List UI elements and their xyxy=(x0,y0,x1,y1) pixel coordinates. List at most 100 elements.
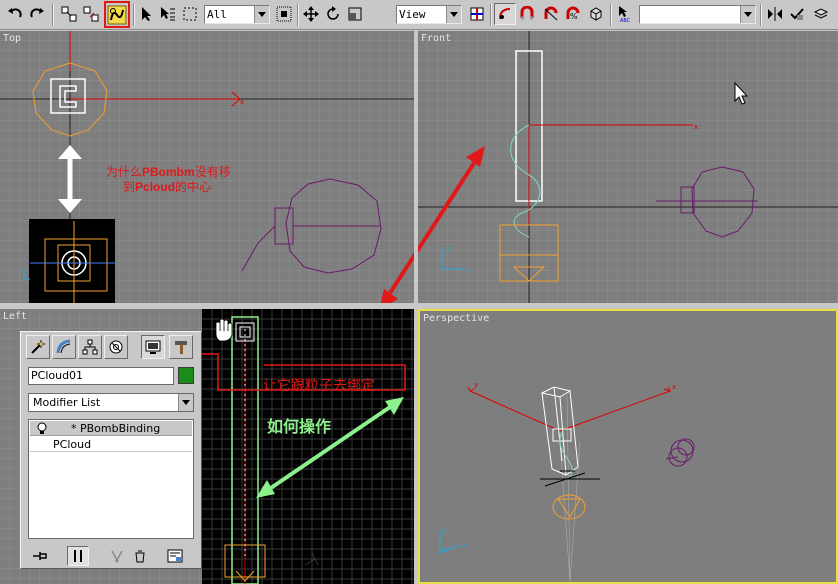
hierarchy-icon xyxy=(82,339,98,355)
configure-modifier-sets-button[interactable] xyxy=(164,546,186,566)
layers-icon xyxy=(813,8,829,19)
angle-snap-button[interactable] xyxy=(540,3,562,25)
unlink-selection-button[interactable] xyxy=(80,3,102,25)
angle-snap-icon xyxy=(544,6,558,21)
reference-coord-dropdown[interactable]: View xyxy=(396,5,462,24)
motion-icon xyxy=(109,340,123,354)
snaps-toggle-button[interactable] xyxy=(516,3,538,25)
create-icon xyxy=(31,339,46,354)
show-end-result-button[interactable] xyxy=(67,546,89,566)
pivot-center-button[interactable] xyxy=(466,3,488,25)
remove-modifier-button[interactable] xyxy=(129,546,151,566)
make-unique-button[interactable] xyxy=(106,546,128,566)
select-and-scale-button[interactable] xyxy=(344,3,366,25)
modifier-stack: * PBombBinding PCloud xyxy=(28,419,194,539)
align-button[interactable] xyxy=(786,3,808,25)
selection-filter-dropdown[interactable]: All xyxy=(204,5,270,24)
viewport-divider-horizontal[interactable] xyxy=(0,303,838,309)
chevron-down-icon xyxy=(446,6,461,23)
chevron-down-icon xyxy=(740,6,755,23)
layer-manager-button[interactable] xyxy=(810,3,832,25)
cursor-arrow-icon xyxy=(142,7,151,21)
undo-button[interactable] xyxy=(4,3,26,25)
mirror-button[interactable] xyxy=(764,3,786,25)
end-result-icon xyxy=(74,550,82,562)
viewport-perspective-scene: y x z x xyxy=(439,381,695,582)
reference-coord-value: View xyxy=(399,8,426,21)
svg-text:x: x xyxy=(694,123,698,131)
display-icon xyxy=(145,340,161,354)
select-object-button[interactable] xyxy=(136,3,158,25)
rotate-icon xyxy=(327,6,339,20)
undo-icon xyxy=(8,8,22,18)
svg-text:x: x xyxy=(240,98,244,106)
pin-stack-button[interactable] xyxy=(29,546,51,566)
redo-button[interactable] xyxy=(26,3,48,25)
trash-icon xyxy=(135,550,145,563)
viewport-front-scene: x z x xyxy=(418,31,838,303)
boxed-annotation: 让它跟粒子去绑定 xyxy=(263,377,375,393)
pin-icon xyxy=(33,552,47,560)
lightbulb-icon[interactable] xyxy=(37,422,47,435)
move-icon xyxy=(303,6,319,22)
select-and-link-button[interactable] xyxy=(58,3,80,25)
question-line-2: 到Pcloud的中心 xyxy=(123,179,211,194)
viewport-top-label: Top xyxy=(3,33,22,44)
modifier-list-label: Modifier List xyxy=(33,396,101,409)
chevron-down-icon xyxy=(178,394,193,411)
viewport-perspective-label: Perspective xyxy=(423,313,490,324)
object-color-swatch[interactable] xyxy=(178,367,194,384)
viewport-perspective[interactable]: y x z x Perspective xyxy=(418,309,838,584)
select-and-move-button[interactable] xyxy=(300,3,322,25)
redo-icon xyxy=(30,8,44,18)
svg-text:x: x xyxy=(672,383,676,391)
stack-item-pcloud[interactable]: PCloud xyxy=(30,437,192,452)
svg-text:y: y xyxy=(474,381,478,389)
named-selection-dropdown[interactable] xyxy=(639,5,756,24)
named-selection-icon: ABC xyxy=(619,6,631,23)
pivot-icon xyxy=(470,7,484,21)
tab-utilities[interactable] xyxy=(169,335,193,359)
link-icon xyxy=(61,6,77,22)
rectangular-selection-button[interactable] xyxy=(179,3,201,25)
bind-to-space-warp-button[interactable] xyxy=(104,1,130,28)
spinner-snap-button[interactable] xyxy=(585,3,607,25)
modify-icon xyxy=(56,339,71,354)
viewport-front[interactable]: x z x Front xyxy=(418,31,838,303)
bind-space-warp-icon xyxy=(107,5,127,24)
select-and-rotate-button[interactable] xyxy=(322,3,344,25)
question-line-1: 为什么PBombm没有移 xyxy=(106,164,231,179)
command-panel: PCloud01 Modifier List * PBombBinding PC… xyxy=(20,331,202,569)
tab-hierarchy[interactable] xyxy=(78,335,102,359)
chevron-down-icon xyxy=(254,6,269,23)
select-by-name-button[interactable] xyxy=(157,3,179,25)
make-unique-icon xyxy=(111,550,123,563)
viewport-front-label: Front xyxy=(421,33,452,44)
select-by-name-icon xyxy=(161,7,175,21)
cube-icon xyxy=(590,7,602,21)
hammer-icon xyxy=(175,341,187,354)
configure-icon xyxy=(167,549,183,563)
edit-named-selections-button[interactable]: ABC xyxy=(614,3,636,25)
viewport-left-label: Left xyxy=(3,311,28,322)
viewport-top[interactable]: x 为什么PBombm没有移 到Pcloud的中心 Top xyxy=(0,31,414,303)
select-and-manipulate-button[interactable] xyxy=(494,3,516,25)
selection-filter-value: All xyxy=(207,8,227,21)
svg-text:x: x xyxy=(468,267,472,275)
align-icon xyxy=(790,8,804,20)
window-crossing-button[interactable] xyxy=(273,3,295,25)
stack-item-pbombbinding[interactable]: * PBombBinding xyxy=(30,421,192,436)
rect-selection-icon xyxy=(183,7,197,21)
svg-text:z: z xyxy=(446,245,450,253)
object-name-field[interactable]: PCloud01 xyxy=(28,367,174,385)
stack-item-label: PCloud xyxy=(53,438,92,451)
tab-create[interactable] xyxy=(26,335,50,359)
modifier-list-dropdown[interactable]: Modifier List xyxy=(28,393,194,412)
percent-snap-icon: % xyxy=(566,6,580,21)
howto-annotation: 如何操作 xyxy=(267,419,332,436)
tab-motion[interactable] xyxy=(104,335,128,359)
percent-snap-button[interactable]: % xyxy=(562,3,584,25)
svg-text:ABC: ABC xyxy=(620,18,631,23)
tab-display[interactable] xyxy=(141,335,165,359)
tab-modify[interactable] xyxy=(52,335,76,359)
